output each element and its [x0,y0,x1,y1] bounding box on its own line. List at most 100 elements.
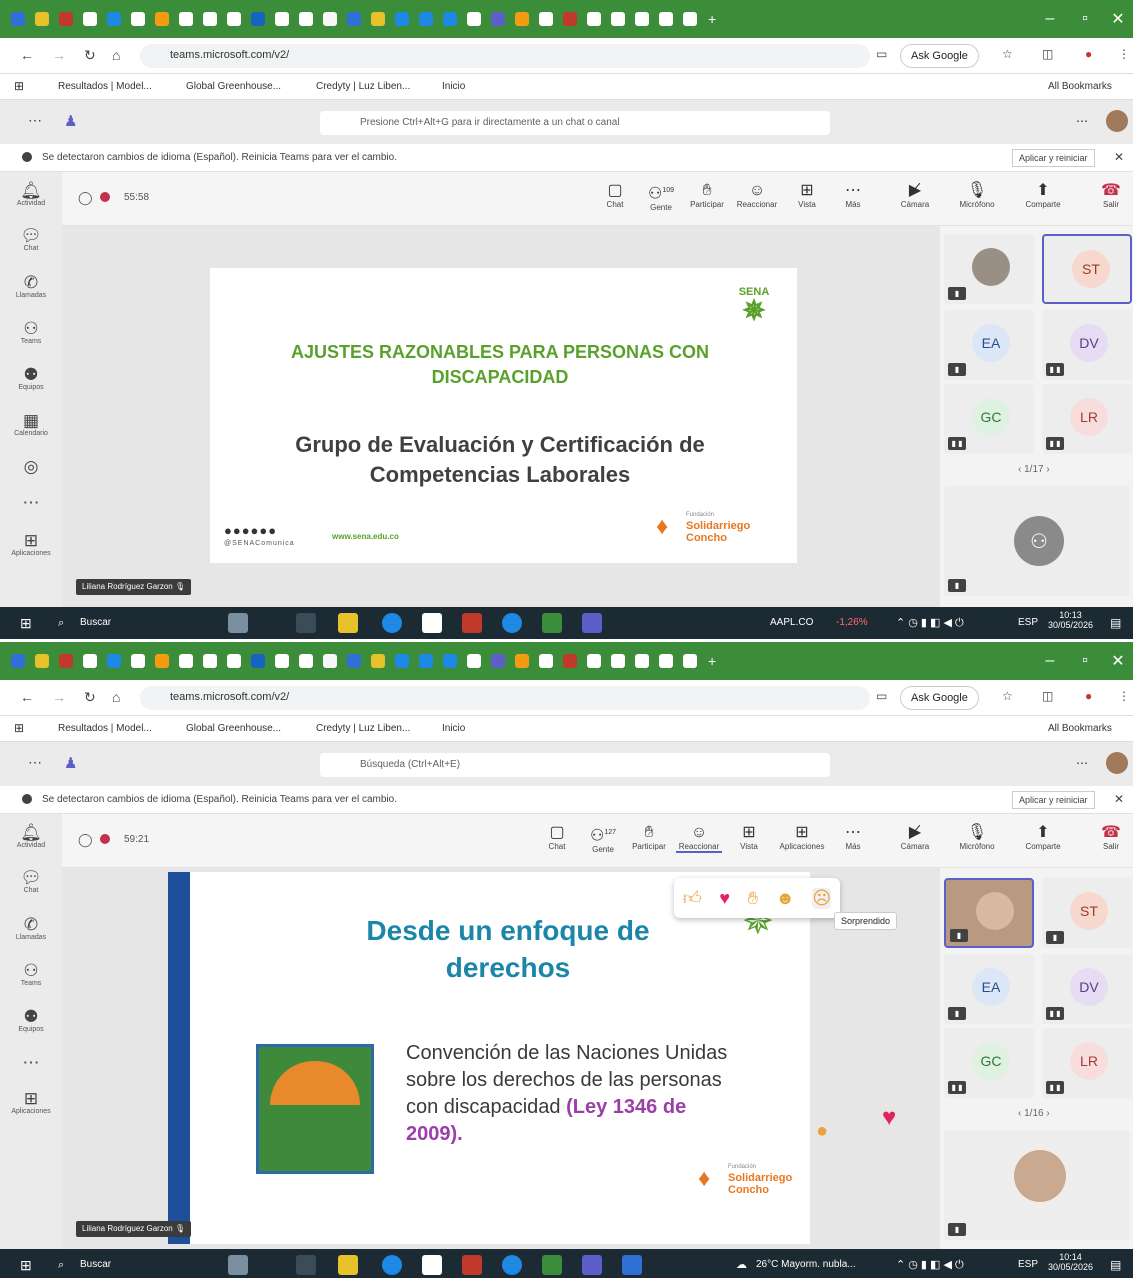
close-window-icon[interactable]: ✕ [1098,0,1133,38]
apply-restart-button[interactable]: Aplicar y reiniciar [1012,791,1095,809]
tab-icon[interactable] [419,12,433,26]
leave-button[interactable]: ☎ Salir [1094,182,1128,209]
app-launcher-icon[interactable]: ⋯ [28,112,42,129]
tab-icon[interactable] [683,654,697,668]
participant-tile[interactable]: ▮ [944,234,1034,304]
clock[interactable]: 10:14 30/05/2026 [1048,1252,1093,1272]
reload-icon[interactable]: ↻ [84,47,96,64]
cast-icon[interactable]: ▭ [876,47,887,61]
bookmark-item[interactable]: Global Greenhouse... [186,81,281,92]
tab-icon[interactable] [683,12,697,26]
rail-item-apps[interactable]: ⊞ Aplicaciones [0,1090,62,1116]
raise-hand-button[interactable]: ✋︎ Participar [684,182,730,209]
tab-icon[interactable] [251,12,265,26]
search-icon[interactable]: ⌕ [58,617,64,630]
tab-icon[interactable] [107,654,121,668]
extensions-icon[interactable]: ◫ [1042,47,1053,61]
file-explorer-icon[interactable] [338,1255,358,1275]
tab-icon[interactable] [611,12,625,26]
task-view-icon[interactable] [296,1255,316,1275]
url-field[interactable]: teams.microsoft.com/v2/ [140,44,870,68]
edge-icon[interactable] [382,1255,402,1275]
rail-item-activity[interactable]: 🔔︎ Actividad [0,182,62,208]
tab-icon[interactable] [131,654,145,668]
tab-icon[interactable] [563,12,577,26]
tab-icon[interactable] [131,12,145,26]
bookmark-item[interactable]: Resultados | Model... [58,81,152,92]
tab-icon[interactable] [155,12,169,26]
weather-text[interactable]: 26°C Mayorm. nubla... [756,1259,856,1270]
browser-tab-strip[interactable]: + – ▫ ✕ [0,642,1133,680]
close-window-icon[interactable]: ✕ [1098,642,1133,680]
avatar[interactable] [1106,752,1128,774]
app-icon[interactable] [462,613,482,633]
rail-item-chat[interactable]: 💬︎ Chat [0,227,62,253]
profile-icon[interactable]: ● [1085,689,1092,703]
bookmark-item[interactable]: Resultados | Model... [58,723,152,734]
tab-icon[interactable] [347,654,361,668]
tab-icon[interactable] [275,654,289,668]
tab-icon[interactable] [227,12,241,26]
participant-tile[interactable]: DV ▮ ▮ [1042,954,1132,1024]
participant-tile[interactable]: DV ▮ ▮ [1042,310,1132,380]
all-bookmarks[interactable]: All Bookmarks [1048,81,1112,92]
store-icon[interactable] [422,1255,442,1275]
tab-icon[interactable] [371,12,385,26]
task-view-icon[interactable] [296,613,316,633]
like-reaction-icon[interactable]: 👍︎ [683,887,702,909]
share-button[interactable]: ⬆ Comparte [1020,182,1066,209]
view-button[interactable]: ⊞ Vista [784,182,830,209]
app-icon[interactable] [462,1255,482,1275]
chat-button[interactable]: ▢ Chat [534,824,580,851]
apps-button[interactable]: ⊞ Aplicaciones [774,824,830,851]
language-indicator[interactable]: ESP [1018,1259,1038,1270]
taskbar-search[interactable]: Buscar [80,617,111,628]
participant-tile[interactable]: EA ▮ [944,310,1034,380]
tab-icon[interactable] [467,654,481,668]
tab-icon[interactable] [251,654,265,668]
camera-button[interactable]: ▶̸ Cámara [892,824,938,851]
forward-icon[interactable]: → [52,689,66,705]
menu-icon[interactable]: ⋮ [1118,47,1130,61]
back-icon[interactable]: ← [20,47,34,63]
rail-item-teams[interactable]: ⚇ Teams [0,320,62,346]
rail-item-equipos[interactable]: ⚉ Equipos [0,366,62,392]
bookmark-star-icon[interactable]: ☆ [1002,689,1013,703]
language-indicator[interactable]: ESP [1018,617,1038,628]
widgets-icon[interactable] [228,613,248,633]
react-button[interactable]: ☺ Reaccionar [734,182,780,209]
people-button[interactable]: ⚇127 Gente [580,824,626,854]
tab-icon[interactable] [635,654,649,668]
tab-icon[interactable] [83,654,97,668]
app-icon[interactable] [622,1255,642,1275]
close-icon[interactable]: ✕ [1114,792,1124,806]
tab-icon[interactable] [35,654,49,668]
more-button[interactable]: ⋯ Más [830,182,876,209]
chrome-icon[interactable] [502,613,522,633]
url-field[interactable]: teams.microsoft.com/v2/ [140,686,870,710]
tab-icon[interactable] [203,12,217,26]
cast-icon[interactable]: ▭ [876,689,887,703]
more-options-icon[interactable]: ⋯ [1076,756,1088,770]
profile-icon[interactable]: ● [1085,47,1092,61]
back-icon[interactable]: ← [20,689,34,705]
gallery-pager[interactable]: ‹ 1/16 › [1018,1108,1050,1119]
minimize-icon[interactable]: – [1030,0,1070,38]
tab-icon[interactable] [659,12,673,26]
search-icon[interactable]: ⌕ [58,1259,64,1272]
participant-tile[interactable]: EA ▮ [944,954,1034,1024]
bookmark-item[interactable]: Global Greenhouse... [186,723,281,734]
extensions-icon[interactable]: ◫ [1042,689,1053,703]
tab-icon[interactable] [587,12,601,26]
heart-reaction-icon[interactable]: ♥ [719,888,730,909]
tab-icon[interactable] [419,654,433,668]
apply-restart-button[interactable]: Aplicar y reiniciar [1012,149,1095,167]
rail-item-apps[interactable]: ⊞ Aplicaciones [0,532,62,558]
tab-icon[interactable] [347,12,361,26]
tab-icon[interactable] [491,12,505,26]
tab-icon[interactable] [491,654,505,668]
start-icon[interactable]: ⊞ [20,615,32,632]
new-tab-icon[interactable]: + [708,11,716,27]
participant-tile[interactable]: LR ▮ ▮ [1042,384,1132,454]
search-input[interactable]: Presione Ctrl+Alt+G para ir directamente… [320,111,830,135]
